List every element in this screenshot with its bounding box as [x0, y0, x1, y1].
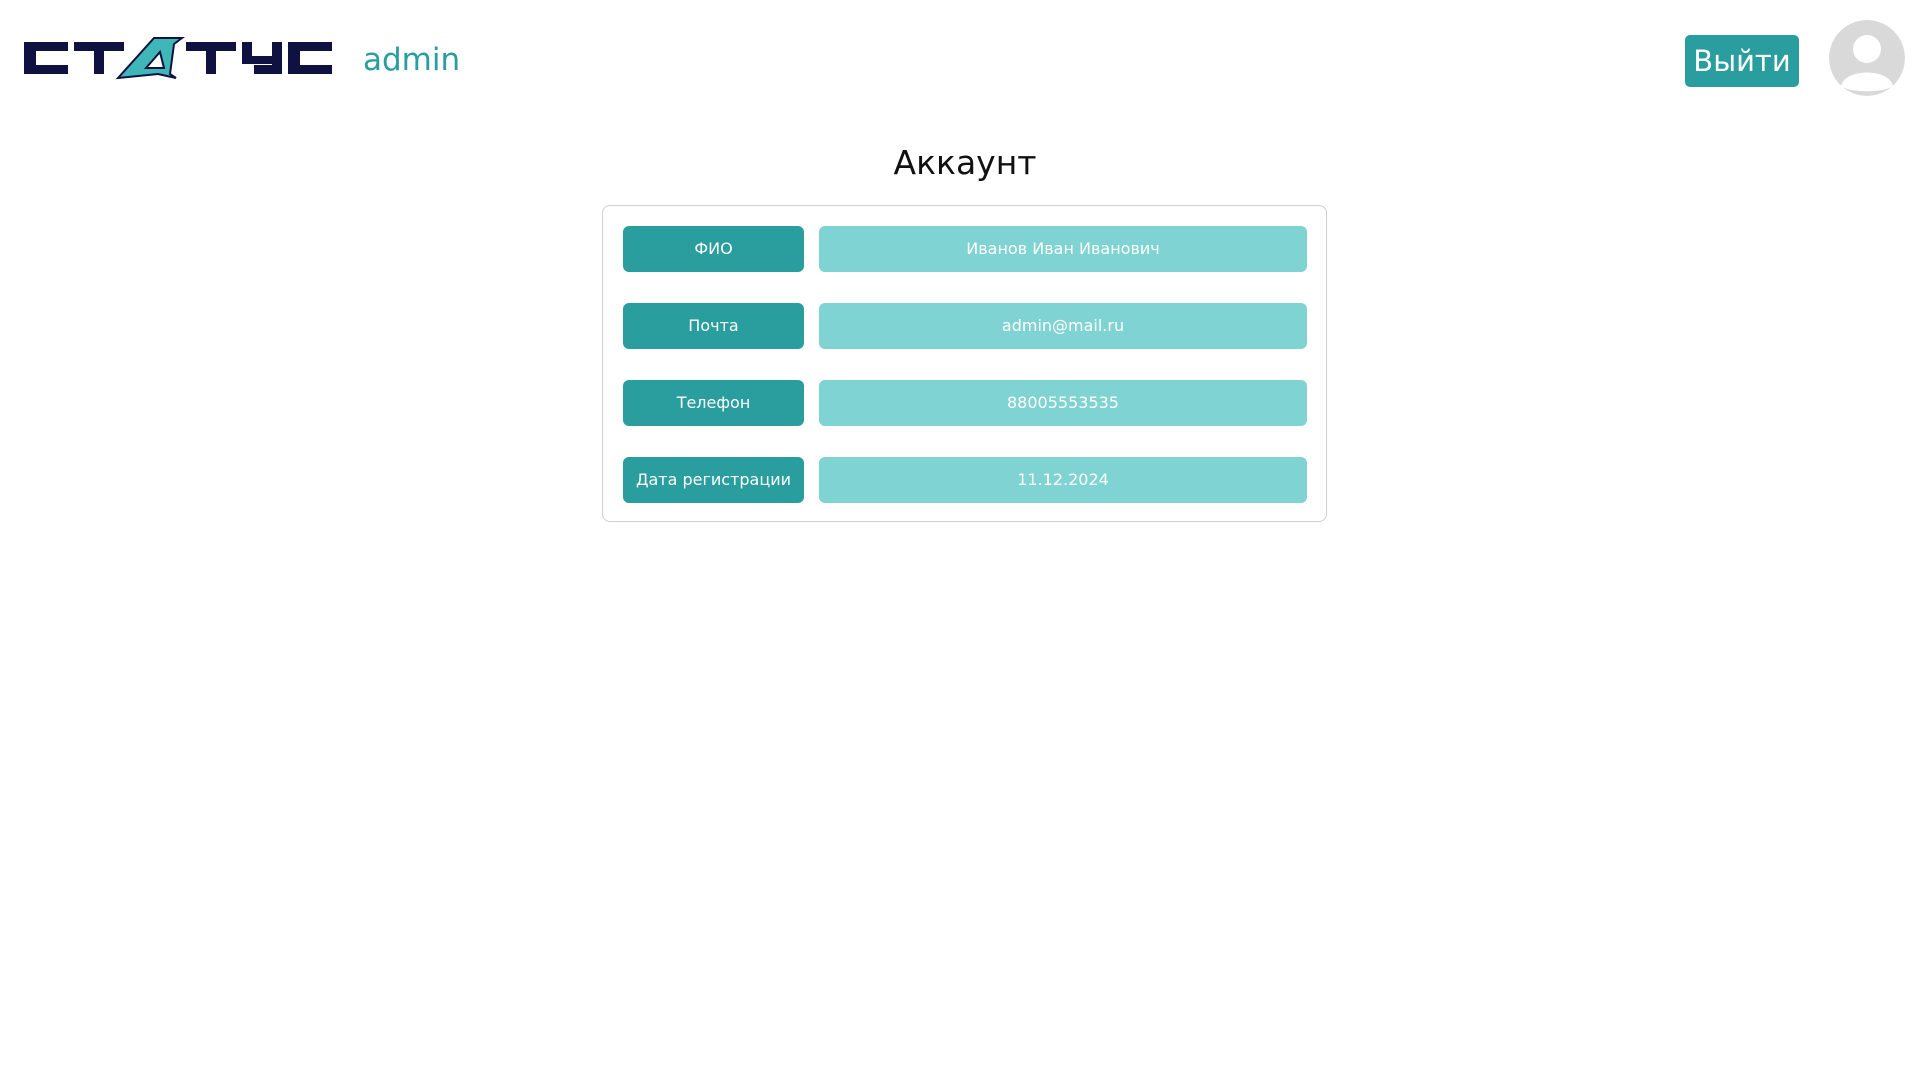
avatar[interactable]: [1829, 20, 1905, 96]
account-card: ФИО Иванов Иван Иванович Почта admin@mai…: [602, 205, 1327, 522]
field-row-registration-date: Дата регистрации 11.12.2024: [623, 457, 1308, 503]
logout-button[interactable]: Выйти: [1685, 35, 1799, 87]
field-value-registration-date: 11.12.2024: [819, 457, 1307, 503]
user-avatar-icon: [1829, 20, 1905, 96]
field-row-full-name: ФИО Иванов Иван Иванович: [623, 226, 1308, 272]
username-label: admin: [363, 42, 461, 78]
field-label-registration-date: Дата регистрации: [623, 457, 804, 503]
field-label-email: Почта: [623, 303, 804, 349]
field-value-email: admin@mail.ru: [819, 303, 1307, 349]
field-value-full-name: Иванов Иван Иванович: [819, 226, 1307, 272]
page-title: Аккаунт: [893, 143, 1037, 182]
field-label-phone: Телефон: [623, 380, 804, 426]
field-row-email: Почта admin@mail.ru: [623, 303, 1308, 349]
field-label-full-name: ФИО: [623, 226, 804, 272]
status-logo[interactable]: [24, 34, 334, 82]
field-row-phone: Телефон 88005553535: [623, 380, 1308, 426]
field-value-phone: 88005553535: [819, 380, 1307, 426]
header: admin Выйти: [0, 0, 1919, 120]
